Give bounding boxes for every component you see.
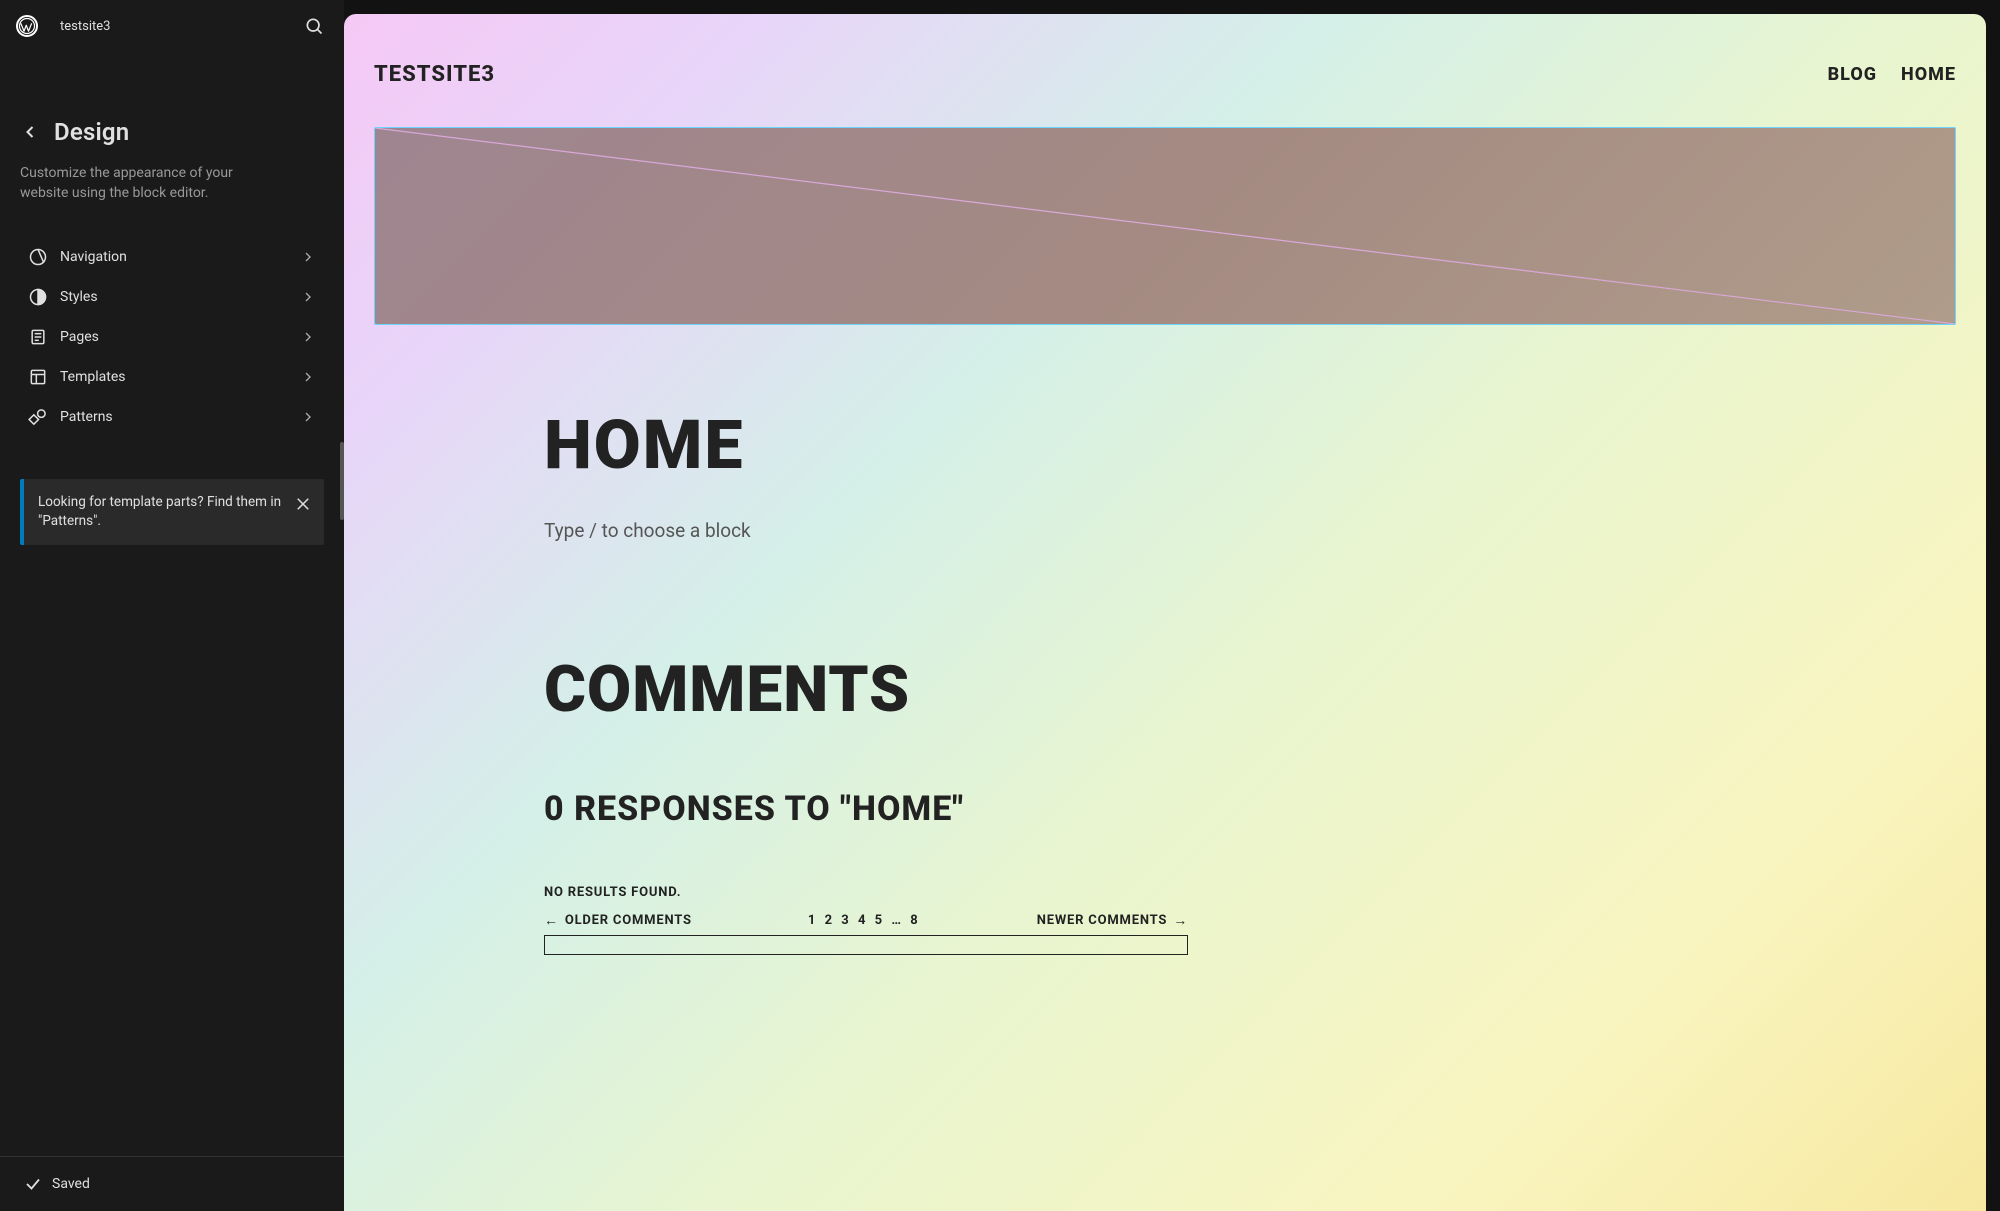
sidebar-item-navigation[interactable]: Navigation — [20, 237, 324, 277]
info-notice: Looking for template parts? Find them in… — [20, 479, 324, 545]
site-name-label: testsite3 — [60, 19, 300, 34]
templates-icon — [28, 367, 48, 387]
navigation-icon — [28, 247, 48, 267]
sidebar-item-templates[interactable]: Templates — [20, 357, 324, 397]
check-icon — [24, 1175, 42, 1193]
site-header: TESTSITE3 BLOG HOME — [374, 62, 1956, 87]
comments-heading[interactable]: COMMENTS — [544, 652, 1514, 727]
sidebar-top-bar: testsite3 — [0, 0, 344, 52]
sidebar-item-pages[interactable]: Pages — [20, 317, 324, 357]
pages-icon — [28, 327, 48, 347]
patterns-icon — [28, 407, 48, 427]
responses-heading[interactable]: 0 RESPONSES TO "HOME" — [544, 789, 1514, 829]
styles-icon — [28, 287, 48, 307]
arrow-right-icon: → — [1173, 912, 1188, 929]
arrow-left-icon: ← — [544, 912, 559, 929]
sidebar-item-label: Navigation — [60, 249, 300, 265]
content-column: HOME Type / to choose a block COMMENTS 0… — [544, 405, 1514, 955]
nav-link-home[interactable]: HOME — [1901, 64, 1956, 85]
page-title-heading[interactable]: HOME — [544, 405, 1514, 485]
editor-frame[interactable]: TESTSITE3 BLOG HOME HOME Type / to choos… — [344, 14, 1986, 1211]
chevron-right-icon — [300, 369, 316, 385]
comments-pages[interactable]: 1 2 3 4 5 … 8 — [692, 913, 1037, 928]
older-comments-label: OLDER COMMENTS — [565, 913, 692, 928]
chevron-right-icon — [300, 249, 316, 265]
panel-description: Customize the appearance of your website… — [20, 164, 280, 203]
wordpress-logo-icon[interactable] — [16, 15, 38, 37]
site-brand[interactable]: TESTSITE3 — [374, 62, 495, 87]
design-nav-list: Navigation Styles Pages — [20, 237, 324, 437]
sidebar-item-patterns[interactable]: Patterns — [20, 397, 324, 437]
newer-comments-label: NEWER COMMENTS — [1037, 913, 1167, 928]
search-icon[interactable] — [300, 12, 328, 40]
nav-link-blog[interactable]: BLOG — [1828, 64, 1877, 85]
editor-wrapper: TESTSITE3 BLOG HOME HOME Type / to choos… — [344, 0, 2000, 1211]
chevron-right-icon — [300, 409, 316, 425]
comment-form-box[interactable] — [544, 935, 1188, 955]
sidebar-main: Design Customize the appearance of your … — [0, 52, 344, 1156]
comments-pagination: ← OLDER COMMENTS 1 2 3 4 5 … 8 NEWER COM… — [544, 912, 1188, 929]
back-button[interactable] — [20, 122, 40, 142]
sidebar-item-label: Patterns — [60, 409, 300, 425]
sidebar-item-label: Pages — [60, 329, 300, 345]
sidebar-item-styles[interactable]: Styles — [20, 277, 324, 317]
info-notice-text: Looking for template parts? Find them in… — [38, 493, 292, 531]
block-inserter-placeholder[interactable]: Type / to choose a block — [544, 519, 1514, 542]
newer-comments-link[interactable]: NEWER COMMENTS → — [1037, 912, 1188, 929]
panel-title: Design — [54, 118, 129, 146]
chevron-right-icon — [300, 329, 316, 345]
sidebar-item-label: Styles — [60, 289, 300, 305]
sidebar-footer: Saved — [0, 1156, 344, 1211]
no-results-label: NO RESULTS FOUND. — [544, 885, 1514, 900]
close-icon[interactable] — [292, 493, 314, 515]
saved-label: Saved — [52, 1176, 90, 1192]
sidebar-item-label: Templates — [60, 369, 300, 385]
chevron-right-icon — [300, 289, 316, 305]
older-comments-link[interactable]: ← OLDER COMMENTS — [544, 912, 692, 929]
site-nav: BLOG HOME — [1828, 64, 1956, 85]
featured-image-block[interactable] — [374, 127, 1956, 325]
app-sidebar: testsite3 Design Customize the appearanc… — [0, 0, 344, 1211]
